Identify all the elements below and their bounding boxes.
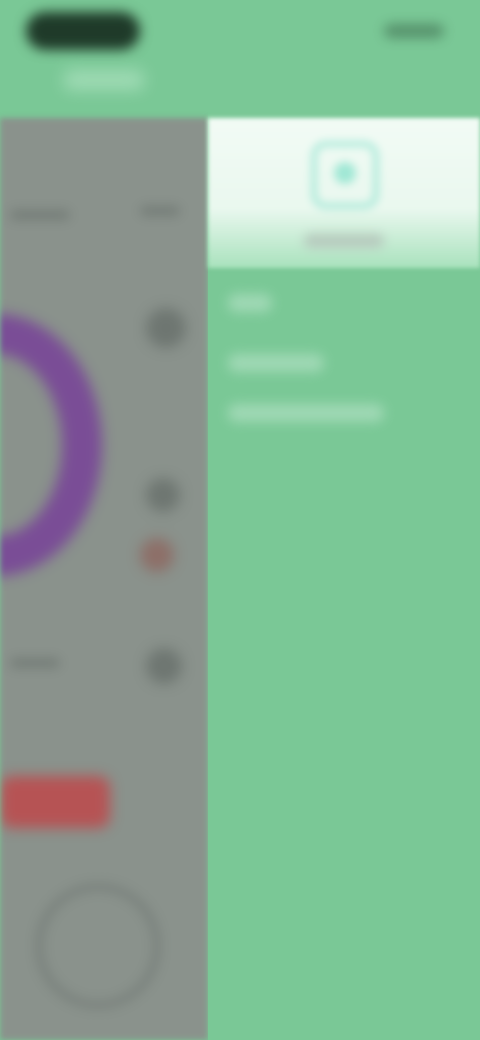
background-text-line — [10, 658, 60, 668]
background-progress-ring — [0, 314, 102, 576]
background-action-bar — [0, 776, 110, 828]
background-icon — [146, 308, 186, 348]
background-text-line — [140, 206, 180, 216]
status-indicators — [384, 24, 444, 38]
app-screen — [0, 0, 480, 1040]
avatar-head-icon — [334, 162, 356, 184]
background-app-content[interactable] — [0, 118, 208, 1040]
status-time-pill — [26, 12, 140, 50]
user-avatar-icon[interactable] — [312, 142, 378, 208]
status-bar — [0, 0, 480, 110]
background-text-line — [10, 210, 70, 220]
navigation-drawer[interactable] — [208, 110, 480, 1040]
background-circle-button — [36, 884, 160, 1008]
drawer-menu-item[interactable] — [228, 294, 272, 312]
background-icon — [146, 478, 180, 512]
drawer-menu-item[interactable] — [228, 404, 384, 422]
background-icon — [146, 648, 182, 684]
drawer-menu-item[interactable] — [228, 354, 324, 372]
drawer-header — [208, 118, 480, 268]
drawer-user-name — [304, 234, 384, 248]
app-title-placeholder — [64, 70, 144, 90]
background-icon — [140, 538, 174, 572]
